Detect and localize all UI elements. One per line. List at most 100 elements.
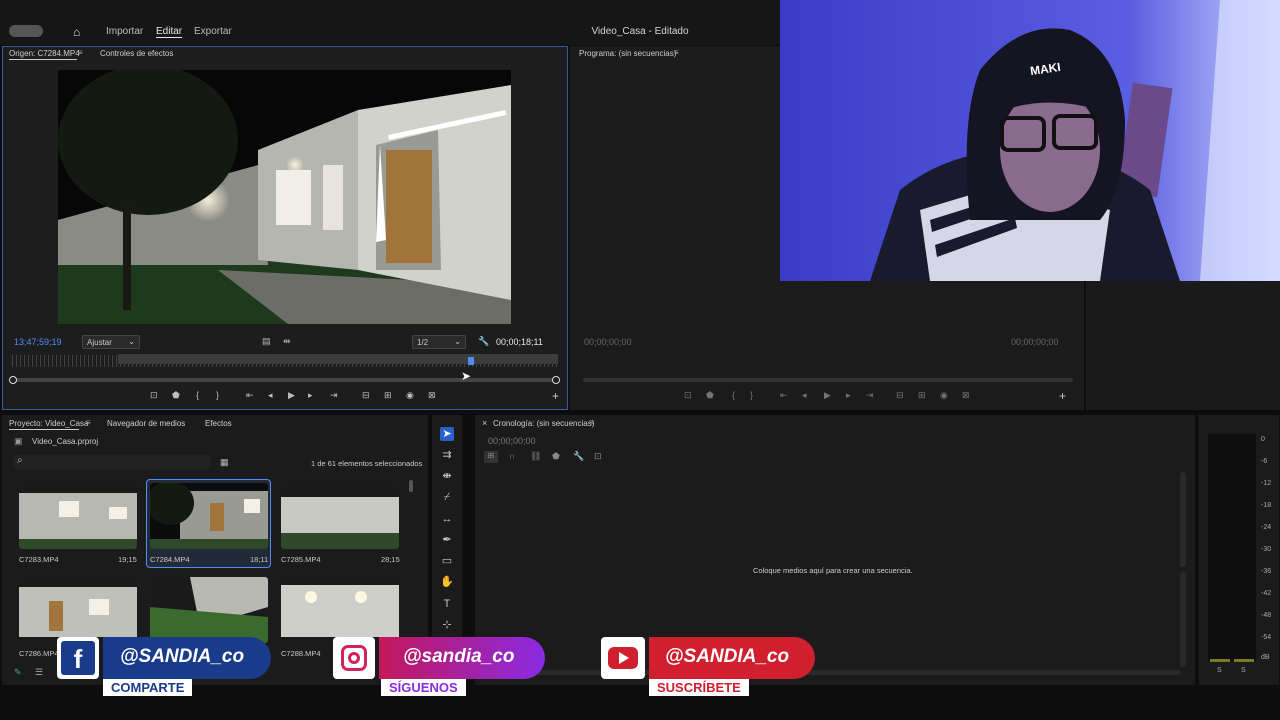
fit-select[interactable]: Ajustar ⌄	[82, 335, 140, 349]
panel-menu-icon[interactable]: ≡	[589, 418, 594, 427]
list-view-icon[interactable]: ☰	[35, 667, 43, 678]
captions-icon[interactable]: ⊡	[594, 451, 602, 462]
source-scrollbar[interactable]	[12, 378, 558, 382]
tab-source[interactable]: Origen: C7284.MP4	[9, 49, 80, 58]
add-button-icon[interactable]: +	[552, 389, 559, 403]
scroll-handle-left[interactable]	[9, 376, 17, 384]
hand-tool-icon[interactable]: ✋	[440, 575, 454, 589]
type-tool-icon[interactable]: T	[440, 597, 454, 611]
lift-icon[interactable]: ⊟	[896, 390, 904, 401]
in-out-range[interactable]	[118, 354, 558, 364]
home-icon[interactable]: ⌂	[73, 25, 80, 39]
snap-icon[interactable]: ∩	[509, 451, 515, 461]
step-forward-icon[interactable]: ▸	[846, 390, 851, 401]
panel-menu-icon[interactable]: ≡	[674, 48, 679, 57]
slip-tool-icon[interactable]: ↔	[440, 512, 454, 526]
meter-tick: -24	[1261, 524, 1272, 531]
extract-icon[interactable]: ⊞	[918, 390, 926, 401]
clip-thumbnail[interactable]	[281, 483, 399, 549]
ripple-edit-tool-icon[interactable]: ⇼	[440, 469, 454, 483]
tab-underline	[9, 59, 77, 60]
nav-exportar[interactable]: Exportar	[194, 26, 232, 37]
timeline-vscroll[interactable]	[1180, 472, 1186, 567]
tab-project[interactable]: Proyecto: Video_Casa	[9, 419, 88, 428]
clip-thumbnail[interactable]	[281, 577, 399, 643]
resolution-select[interactable]: 1/2 ⌄	[412, 335, 466, 349]
button-editor-icon[interactable]: ⊠	[428, 390, 436, 401]
settings-icon[interactable]: ▤	[262, 336, 271, 347]
mark-in-icon[interactable]: {	[196, 390, 199, 400]
linked-selection-icon[interactable]: ⛓	[530, 451, 541, 462]
track-select-tool-icon[interactable]: ⇉	[440, 448, 454, 462]
go-to-out-icon[interactable]: ⇥	[330, 390, 338, 401]
timeline-settings-icon[interactable]: 🔧	[573, 451, 584, 462]
compare-icon[interactable]: ⊠	[962, 390, 970, 401]
wrench-icon[interactable]: 🔧	[478, 336, 489, 347]
add-marker-icon[interactable]: ⬟	[552, 451, 560, 462]
scroll-handle-right[interactable]	[552, 376, 560, 384]
program-timecode-left: 00;00;00;00	[584, 337, 632, 347]
go-to-in-icon[interactable]: ⇤	[780, 390, 788, 401]
solo-button-right[interactable]: S	[1241, 667, 1246, 674]
camera-icon[interactable]: ◉	[406, 390, 414, 401]
clip-thumbnail[interactable]	[150, 577, 268, 643]
panel-menu-icon[interactable]: ≡	[78, 48, 83, 57]
go-to-in-icon[interactable]: ⇤	[246, 390, 254, 401]
play-icon[interactable]: ▶	[824, 390, 831, 401]
tab-timeline[interactable]: Cronología: (sin secuencias)	[493, 419, 594, 428]
clip-name: C7283.MP4	[19, 555, 59, 564]
mark-out-icon[interactable]: }	[750, 390, 753, 400]
source-timecode-current[interactable]: 13;47;59;19	[14, 337, 62, 347]
add-button-icon[interactable]: +	[1059, 389, 1066, 403]
camera-icon[interactable]: ◉	[940, 390, 948, 401]
step-back-icon[interactable]: ◂	[802, 390, 807, 401]
export-frame-icon[interactable]: ⊡	[684, 390, 692, 401]
clip-thumbnail[interactable]	[150, 483, 268, 549]
tab-program[interactable]: Programa: (sin secuencias)	[579, 49, 676, 58]
razor-tool-icon[interactable]: ⌿	[440, 490, 454, 504]
tab-effects[interactable]: Efectos	[205, 419, 232, 428]
playhead-marker[interactable]	[468, 357, 474, 365]
timeline-hscroll[interactable]	[485, 670, 1181, 675]
rectangle-tool-icon[interactable]: ▭	[440, 554, 454, 568]
tab-media-browser[interactable]: Navegador de medios	[107, 419, 185, 428]
tab-effect-controls[interactable]: Controles de efectos	[100, 49, 173, 58]
project-scrollbar[interactable]	[409, 480, 413, 492]
instagram-cta: SÍGUENOS	[381, 679, 466, 696]
mark-in-icon[interactable]: {	[732, 390, 735, 400]
step-back-icon[interactable]: ◂	[268, 390, 273, 401]
timeline-vscroll-lower[interactable]	[1180, 572, 1186, 667]
pen-tool-icon[interactable]: ✒	[440, 533, 454, 547]
insert-clip-icon[interactable]: ⊟	[362, 390, 370, 401]
meter-tick: dB	[1261, 654, 1270, 661]
marker-icon[interactable]: ⬟	[172, 390, 180, 401]
panel-menu-icon[interactable]: ≡	[86, 418, 91, 427]
nav-editar[interactable]: Editar	[156, 26, 182, 37]
nest-icon[interactable]: ⊞	[484, 451, 498, 463]
new-bin-icon[interactable]: ▦	[220, 457, 229, 468]
project-file-icon: ▣	[14, 436, 23, 446]
selection-tool-icon[interactable]: ➤	[440, 427, 454, 441]
pencil-icon[interactable]: ✎	[14, 667, 22, 678]
chevron-down-icon: ⌄	[128, 337, 135, 346]
go-to-out-icon[interactable]: ⇥	[866, 390, 874, 401]
meter-tick: -18	[1261, 502, 1272, 509]
timeline-toolbar: ⊞ ∩ ⛓ ⬟ 🔧 ⊡	[484, 451, 614, 465]
marker-icon[interactable]: ⬟	[706, 390, 714, 401]
clip-thumbnail[interactable]	[19, 577, 137, 643]
search-input[interactable]: ⌕	[14, 455, 210, 469]
insert-icon[interactable]: ⇹	[283, 336, 291, 347]
solo-button-left[interactable]: S	[1217, 667, 1222, 674]
instagram-handle: @sandia_co	[403, 646, 515, 667]
play-icon[interactable]: ▶	[288, 390, 295, 401]
caption-tool-icon[interactable]: ⊹	[440, 618, 454, 632]
close-icon[interactable]: ×	[482, 418, 487, 428]
nav-importar[interactable]: Importar	[106, 26, 143, 37]
overwrite-clip-icon[interactable]: ⊞	[384, 390, 392, 401]
step-forward-icon[interactable]: ▸	[308, 390, 313, 401]
mark-out-icon[interactable]: }	[216, 390, 219, 400]
clip-thumbnail[interactable]	[19, 483, 137, 549]
program-scrollbar[interactable]	[583, 378, 1073, 382]
export-frame-icon[interactable]: ⊡	[150, 390, 158, 401]
app-menu-button[interactable]	[9, 25, 43, 37]
